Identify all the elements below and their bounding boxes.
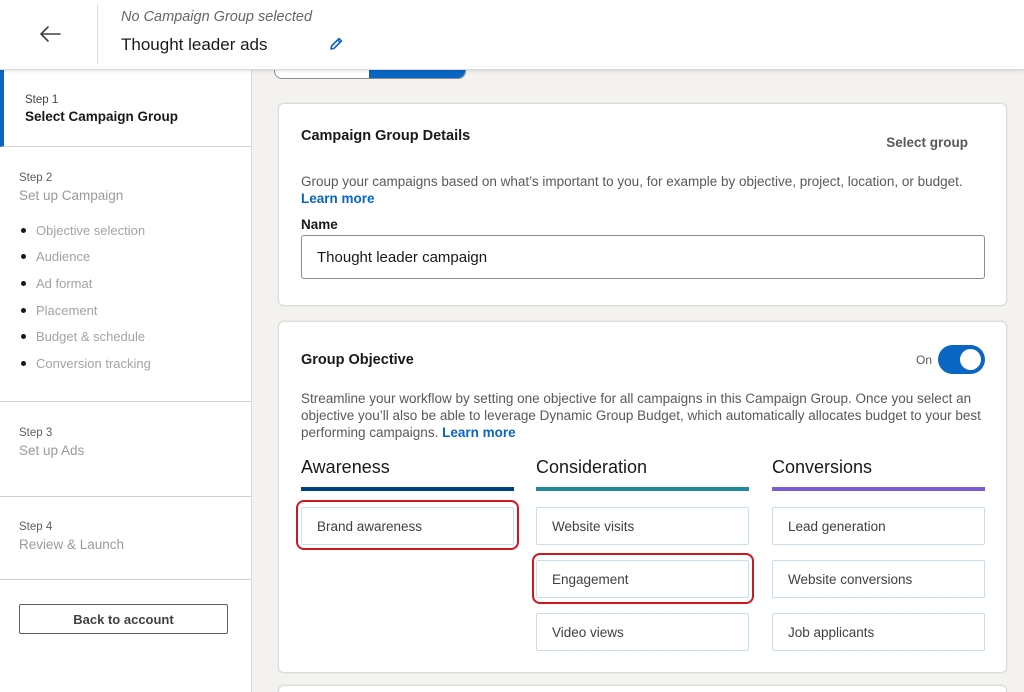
step-4-title: Review & Launch [19, 537, 125, 552]
step-2-item[interactable]: Step 2 Set up Campaign Objective selecti… [0, 172, 251, 377]
group-objective-title: Group Objective [301, 352, 414, 368]
consideration-heading: Consideration [536, 457, 648, 477]
step-1-title: Select Campaign Group [25, 109, 179, 124]
objective-website-visits[interactable]: Website visits [536, 507, 749, 545]
step-divider [0, 401, 251, 402]
awareness-heading: Awareness [301, 457, 390, 477]
step-4-item[interactable]: Step 4 Review & Launch [0, 521, 251, 552]
campaign-group-details-title: Campaign Group Details [301, 128, 471, 144]
consideration-column: Consideration Website visits Engagement … [536, 457, 749, 651]
next-section-card [278, 685, 1007, 692]
details-description: Group your campaigns based on what’s imp… [301, 174, 963, 206]
awareness-bar [301, 487, 514, 491]
bullet-icon [21, 334, 26, 340]
step-2-substeps: Objective selection Audience Ad format P… [19, 217, 251, 377]
campaign-group-status: No Campaign Group selected [121, 9, 313, 25]
header-divider [97, 4, 98, 64]
pencil-edit-icon[interactable] [327, 35, 345, 53]
objective-description: Streamline your workflow by setting one … [301, 391, 981, 440]
step-3-item[interactable]: Step 3 Set up Ads [0, 427, 251, 458]
bullet-icon [21, 227, 26, 233]
substep-objective-selection[interactable]: Objective selection [19, 217, 251, 244]
arrow-left-icon [40, 26, 61, 42]
steps-sidebar: Step 1 Select Campaign Group Step 2 Set … [0, 70, 252, 692]
substep-conversion-tracking[interactable]: Conversion tracking [19, 350, 251, 377]
select-group-link[interactable]: Select group [886, 135, 968, 150]
toggle-knob [960, 349, 981, 370]
back-to-account-button[interactable]: Back to account [19, 604, 228, 634]
conversions-heading: Conversions [772, 457, 873, 477]
step-divider [0, 579, 251, 580]
step-3-label: Step 3 [19, 427, 53, 439]
name-label: Name [301, 217, 338, 232]
step-divider [0, 496, 251, 497]
substep-audience[interactable]: Audience [19, 244, 251, 271]
conversions-column: Conversions Lead generation Website conv… [772, 457, 985, 651]
campaign-title: Thought leader ads [121, 35, 268, 54]
campaign-group-details-card: Campaign Group Details Select group Grou… [278, 103, 1007, 306]
bullet-icon [21, 307, 26, 313]
step-2-label: Step 2 [19, 172, 53, 184]
group-objective-toggle[interactable] [938, 345, 985, 374]
substep-budget-schedule[interactable]: Budget & schedule [19, 323, 251, 350]
step-1-label: Step 1 [25, 94, 59, 106]
step-1-item[interactable]: Step 1 Select Campaign Group [0, 70, 251, 147]
conversions-bar [772, 487, 985, 491]
bullet-icon [21, 254, 26, 260]
objective-job-applicants[interactable]: Job applicants [772, 613, 985, 651]
step-4-label: Step 4 [19, 521, 53, 533]
back-arrow-button[interactable] [30, 14, 70, 54]
campaign-name-input[interactable] [301, 235, 985, 279]
objective-website-conversions[interactable]: Website conversions [772, 560, 985, 598]
step-3-title: Set up Ads [19, 443, 85, 458]
substep-placement[interactable]: Placement [19, 297, 251, 324]
details-learn-more-link[interactable]: Learn more [301, 191, 375, 206]
highlight-brand-awareness [296, 500, 519, 550]
bullet-icon [21, 360, 26, 366]
highlight-engagement [532, 553, 754, 604]
substep-ad-format[interactable]: Ad format [19, 270, 251, 297]
bullet-icon [21, 280, 26, 286]
toggle-state-label: On [916, 353, 933, 367]
awareness-column: Awareness Brand awareness [301, 457, 514, 545]
group-objective-card: Group Objective On Streamline your workf… [278, 321, 1007, 673]
objective-learn-more-link[interactable]: Learn more [442, 425, 516, 440]
consideration-bar [536, 487, 749, 491]
objective-lead-generation[interactable]: Lead generation [772, 507, 985, 545]
step-2-title: Set up Campaign [19, 188, 124, 203]
objective-video-views[interactable]: Video views [536, 613, 749, 651]
top-header: No Campaign Group selected Thought leade… [0, 0, 1024, 70]
